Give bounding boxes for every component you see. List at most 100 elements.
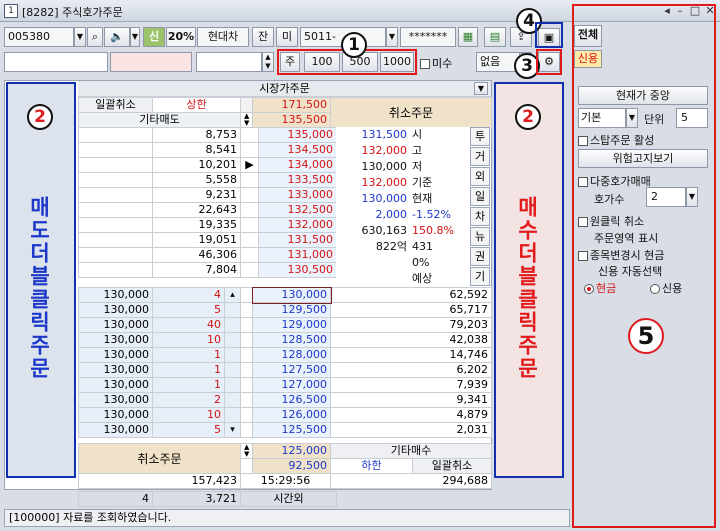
bid-price[interactable]: 128,000 xyxy=(252,347,331,363)
password-field[interactable]: ******* xyxy=(400,27,456,47)
ask-row[interactable]: 46,306 131,000 xyxy=(78,247,337,263)
ask-row[interactable]: 19,335 132,000 xyxy=(78,217,337,233)
bid-row[interactable]: 130,000 5 ▾ 125,500 2,031 xyxy=(78,422,492,438)
multi-order-checkbox[interactable]: 다중호가매매 xyxy=(578,173,651,189)
sell-queue-price[interactable]: 130,000 xyxy=(78,392,153,408)
bid-row[interactable]: 130,000 4 ▴ 130,000 62,592 xyxy=(78,286,492,304)
market-dropdown-icon[interactable]: ▼ xyxy=(474,82,488,95)
bid-price[interactable]: 126,500 xyxy=(252,392,331,408)
sell-queue-price[interactable]: 130,000 xyxy=(78,377,153,393)
bid-price[interactable]: 130,000 xyxy=(251,286,332,304)
sell-order-cell[interactable] xyxy=(78,262,153,278)
ask-row[interactable]: 9,231 133,000 xyxy=(78,187,337,203)
scroll-arrow-icon[interactable] xyxy=(224,377,241,393)
bid-row[interactable]: 130,000 2 126,500 9,341 xyxy=(78,392,492,408)
info-tab[interactable]: 일 xyxy=(470,187,490,206)
ask-price[interactable]: 130,500 xyxy=(258,262,337,278)
info-tab[interactable]: 거 xyxy=(470,147,490,166)
cancel-all-sell-button[interactable]: 일괄취소 xyxy=(78,97,153,113)
hoga-count-select[interactable]: 2 xyxy=(646,187,686,207)
bid-row[interactable]: 130,000 1 128,000 14,746 xyxy=(78,347,492,363)
bid-row[interactable]: 130,000 10 126,000 4,879 xyxy=(78,407,492,423)
unfilled-button[interactable]: 미 xyxy=(276,27,298,47)
info-tab[interactable]: 기 xyxy=(470,267,490,286)
bid-price[interactable]: 125,500 xyxy=(252,422,331,438)
sell-order-cell[interactable] xyxy=(78,202,153,218)
account-dropdown-icon[interactable]: ▼ xyxy=(386,27,398,47)
info-tab[interactable]: 뉴 xyxy=(470,227,490,246)
ask-row[interactable]: 8,753 135,000 xyxy=(78,127,337,143)
etc-buy-button[interactable]: 기타매수 xyxy=(329,443,493,459)
sell-order-cell[interactable] xyxy=(78,142,153,158)
ask-row[interactable]: 10,201 ▶ 134,000 xyxy=(78,157,337,173)
scroll-arrow-icon[interactable]: ▾ xyxy=(224,422,241,438)
sell-order-cell[interactable] xyxy=(78,232,153,248)
ask-row[interactable]: 22,643 132,500 xyxy=(78,202,337,218)
search-icon[interactable]: ⌕ xyxy=(87,27,103,47)
scroll-arrow-icon[interactable] xyxy=(224,302,241,318)
etc-sell-button[interactable]: 기타매도 xyxy=(78,112,241,128)
ask-price[interactable]: 134,500 xyxy=(258,142,337,158)
scroll-arrow-icon[interactable] xyxy=(224,362,241,378)
sell-queue-price[interactable]: 130,000 xyxy=(78,287,153,303)
bid-price[interactable]: 129,000 xyxy=(252,317,331,333)
sell-queue-price[interactable]: 130,000 xyxy=(78,407,153,423)
ask-row[interactable]: 8,541 134,500 xyxy=(78,142,337,158)
oneclick-cancel-checkbox[interactable]: 원클릭 취소 xyxy=(578,213,644,229)
scroll-arrow-icon[interactable] xyxy=(224,347,241,363)
market-order-header[interactable]: 시장가주문 xyxy=(78,81,491,97)
center-current-price-button[interactable]: 현재가 중앙 xyxy=(578,86,708,105)
bid-row[interactable]: 130,000 1 127,000 7,939 xyxy=(78,377,492,393)
sell-order-cell[interactable] xyxy=(78,172,153,188)
etc-buy-stepper[interactable]: ▲ ▼ xyxy=(240,443,253,459)
credit-radio[interactable]: 신용 xyxy=(650,280,682,296)
code-dropdown-icon[interactable]: ▼ xyxy=(74,27,86,47)
misu-checkbox[interactable]: 미수 xyxy=(420,55,452,71)
bid-price[interactable]: 126,000 xyxy=(252,407,331,423)
bid-price[interactable]: 128,500 xyxy=(252,332,331,348)
sell-order-cell[interactable] xyxy=(78,217,153,233)
order-price-input[interactable] xyxy=(4,52,108,72)
scroll-arrow-icon[interactable] xyxy=(224,332,241,348)
cancel-all-buy-button[interactable]: 일괄취소 xyxy=(411,458,493,474)
cancel-buy-order-button[interactable]: 취소주문 xyxy=(330,97,492,128)
ask-price[interactable]: 133,500 xyxy=(258,172,337,188)
ask-price[interactable]: 131,000 xyxy=(258,247,337,263)
ask-price[interactable]: 132,000 xyxy=(258,217,337,233)
sell-queue-price[interactable]: 130,000 xyxy=(78,362,153,378)
info-tab[interactable]: 투 xyxy=(470,127,490,146)
info-tab[interactable]: 차 xyxy=(470,207,490,226)
ask-price[interactable]: 132,500 xyxy=(258,202,337,218)
ask-price[interactable]: 133,000 xyxy=(258,187,337,203)
ask-price[interactable]: 135,000 xyxy=(258,127,337,143)
sell-queue-price[interactable]: 130,000 xyxy=(78,302,153,318)
layout-icon[interactable]: ▤ xyxy=(484,27,506,47)
balance-button[interactable]: 잔 xyxy=(252,27,274,47)
sell-queue-price[interactable]: 130,000 xyxy=(78,317,153,333)
scroll-arrow-icon[interactable]: ▴ xyxy=(224,287,241,303)
ask-row[interactable]: 5,558 133,500 xyxy=(78,172,337,188)
scroll-arrow-icon[interactable] xyxy=(224,407,241,423)
scroll-arrow-icon[interactable] xyxy=(224,317,241,333)
speaker-icon[interactable]: 🔈 xyxy=(104,27,130,47)
sell-order-cell[interactable] xyxy=(78,127,153,143)
quantity-input[interactable] xyxy=(196,52,262,72)
basic-dropdown-icon[interactable]: ▼ xyxy=(626,108,638,128)
sell-queue-price[interactable]: 130,000 xyxy=(78,332,153,348)
scroll-arrow-icon[interactable] xyxy=(224,392,241,408)
sell-order-cell[interactable] xyxy=(78,157,153,173)
bid-row[interactable]: 130,000 40 129,000 79,203 xyxy=(78,317,492,333)
ask-price[interactable]: 131,500 xyxy=(258,232,337,248)
info-tab[interactable]: 외 xyxy=(470,167,490,186)
info-tab[interactable]: 권 xyxy=(470,247,490,266)
unit-input[interactable]: 5 xyxy=(676,108,708,128)
basic-select[interactable]: 기본 xyxy=(578,108,626,128)
ask-row[interactable]: 19,051 131,500 xyxy=(78,232,337,248)
bid-price[interactable]: 127,000 xyxy=(252,377,331,393)
stock-code-input[interactable]: 005380 xyxy=(4,27,74,47)
bid-row[interactable]: 130,000 5 129,500 65,717 xyxy=(78,302,492,318)
stop-order-checkbox[interactable]: 스탑주문 활성 xyxy=(578,132,654,148)
cash-radio[interactable]: 현금 xyxy=(584,280,616,296)
sell-order-cell[interactable] xyxy=(78,187,153,203)
bid-row[interactable]: 130,000 1 127,500 6,202 xyxy=(78,362,492,378)
